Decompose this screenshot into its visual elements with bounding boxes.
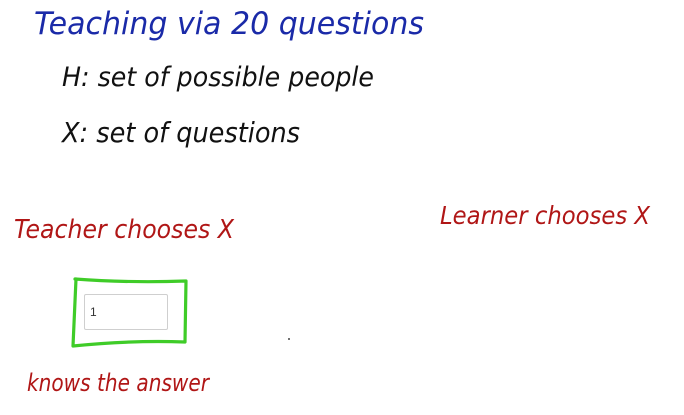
answer-input-container — [84, 294, 168, 330]
definition-h: H: set of possible people — [62, 62, 374, 93]
whiteboard-title: Teaching via 20 questions — [34, 6, 424, 42]
teacher-chooses-label: Teacher chooses X — [14, 215, 235, 245]
learner-chooses-label: Learner chooses X — [440, 201, 651, 230]
whiteboard-canvas: Teaching via 20 questions H: set of poss… — [14, 6, 651, 397]
definition-x: X: set of questions — [60, 116, 300, 149]
stray-dot — [288, 338, 290, 340]
answer-input[interactable] — [84, 294, 168, 330]
knows-answer-label: knows the answer — [27, 369, 211, 397]
